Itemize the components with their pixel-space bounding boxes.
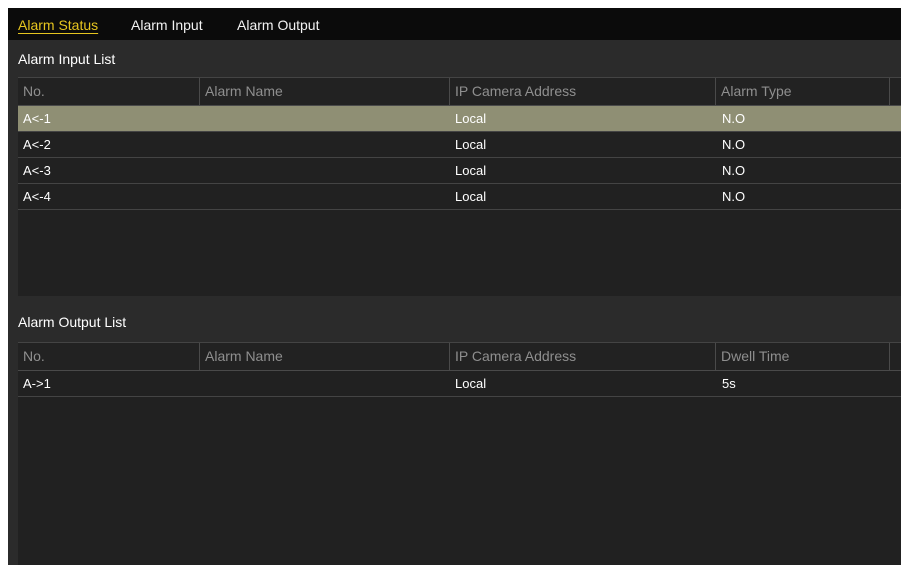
table-row[interactable]: A<-2 Local N.O bbox=[18, 132, 901, 158]
column-header-ip-camera-address[interactable]: IP Camera Address bbox=[450, 78, 716, 105]
cell-ip-camera-address: Local bbox=[455, 163, 487, 178]
cell-alarm-name bbox=[200, 158, 450, 183]
cell-no: A<-4 bbox=[23, 189, 51, 204]
table-row[interactable]: A<-3 Local N.O bbox=[18, 158, 901, 184]
table-row[interactable]: A<-1 Local N.O bbox=[18, 106, 901, 132]
cell-no: A->1 bbox=[23, 376, 51, 391]
column-header-no[interactable]: No. bbox=[18, 78, 200, 105]
table-row[interactable]: A->1 Local 5s bbox=[18, 371, 901, 397]
cell-alarm-type: N.O bbox=[722, 163, 746, 178]
cell-alarm-name bbox=[200, 106, 450, 131]
cell-dwell-time: 5s bbox=[722, 376, 736, 391]
cell-alarm-name bbox=[200, 132, 450, 157]
cell-ip-camera-address: Local bbox=[455, 111, 487, 126]
cell-ip-camera-address: Local bbox=[455, 189, 487, 204]
alarm-output-list-title: Alarm Output List bbox=[18, 314, 127, 330]
tab-alarm-output[interactable]: Alarm Output bbox=[237, 17, 319, 33]
alarm-input-list-title: Alarm Input List bbox=[18, 51, 116, 67]
cell-ip-camera-address: Local bbox=[455, 137, 487, 152]
alarm-input-table-header: No. Alarm Name IP Camera Address Alarm T… bbox=[18, 78, 901, 106]
cell-alarm-name bbox=[200, 184, 450, 209]
column-header-alarm-type[interactable]: Alarm Type bbox=[716, 78, 890, 105]
alarm-output-table-header: No. Alarm Name IP Camera Address Dwell T… bbox=[18, 343, 901, 371]
alarm-status-panel: Alarm Status Alarm Input Alarm Output Al… bbox=[8, 8, 901, 565]
cell-no: A<-1 bbox=[23, 111, 51, 126]
cell-alarm-type: N.O bbox=[722, 189, 746, 204]
tab-alarm-input[interactable]: Alarm Input bbox=[131, 17, 203, 33]
tab-bar: Alarm Status Alarm Input Alarm Output bbox=[8, 8, 901, 40]
cell-ip-camera-address: Local bbox=[455, 376, 487, 391]
column-header-dwell-time[interactable]: Dwell Time bbox=[716, 343, 890, 370]
cell-alarm-name bbox=[200, 371, 450, 396]
column-header-no[interactable]: No. bbox=[18, 343, 200, 370]
cell-no: A<-2 bbox=[23, 137, 51, 152]
table-row[interactable]: A<-4 Local N.O bbox=[18, 184, 901, 210]
alarm-output-table: No. Alarm Name IP Camera Address Dwell T… bbox=[18, 342, 901, 565]
column-header-ip-camera-address[interactable]: IP Camera Address bbox=[450, 343, 716, 370]
cell-alarm-type: N.O bbox=[722, 111, 746, 126]
cell-no: A<-3 bbox=[23, 163, 51, 178]
tab-alarm-status[interactable]: Alarm Status bbox=[18, 17, 98, 33]
column-header-alarm-name[interactable]: Alarm Name bbox=[200, 78, 450, 105]
alarm-input-table: No. Alarm Name IP Camera Address Alarm T… bbox=[18, 77, 901, 296]
cell-alarm-type: N.O bbox=[722, 137, 746, 152]
column-header-alarm-name[interactable]: Alarm Name bbox=[200, 343, 450, 370]
